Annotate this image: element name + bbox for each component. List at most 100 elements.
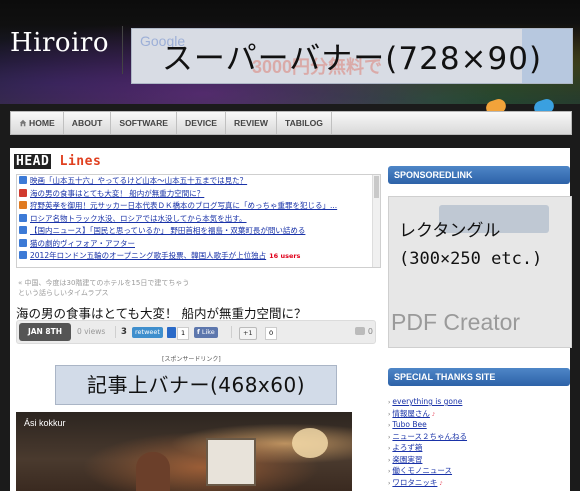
headline-item[interactable]: 映画「山本五十六」やってるけど山本〜山本五十五までは見た？ (17, 175, 380, 186)
site-favicon-icon (19, 251, 27, 259)
list-item[interactable]: › ワロタニッキ ♪ (388, 477, 570, 489)
article-top-banner-ad[interactable]: 記事上バナー(468x60) (55, 365, 337, 405)
headline-link[interactable]: 2012年ロンドン五輪のオープニング歌手投票、韓国人歌手が上位独占 (30, 251, 266, 260)
headline-link[interactable]: 【国内ニュース】「国民と思っているか」 野田首相を福島・双葉町長が問い詰める (30, 226, 305, 235)
list-item[interactable]: › everything is gone (388, 396, 570, 408)
headline-link[interactable]: 狩野英孝を御用！元サッカー日本代表ＤＫ橋本のブログ写真に「めっちゃ重罪を犯じる」… (30, 201, 337, 210)
thanks-link[interactable]: 情報屋さん (392, 409, 430, 418)
arrow-icon: › (388, 433, 391, 441)
facebook-like-button[interactable]: f Like (194, 327, 218, 338)
post-image[interactable]: Ási kokkur (16, 412, 352, 491)
rect-ad-label-line2: (300×250 etc.) (399, 249, 543, 269)
thanks-link[interactable]: 楽園実習 (392, 455, 422, 464)
nav-item-home[interactable]: HOME (11, 112, 64, 134)
arrow-icon: › (388, 468, 391, 475)
arrow-icon: › (388, 456, 391, 464)
thanks-link[interactable]: 働くモノニュース (392, 466, 452, 475)
nav-item-label: HOME (29, 118, 55, 128)
photo-window (206, 438, 256, 486)
site-logo[interactable]: Hiroiro (10, 28, 109, 58)
new-badge: ♪ (431, 411, 436, 418)
headline-item[interactable]: 狩野英孝を御用！元サッカー日本代表ＤＫ橋本のブログ写真に「めっちゃ重罪を犯じる」… (17, 200, 380, 211)
arrow-icon: › (388, 399, 391, 406)
site-favicon-icon (19, 201, 27, 209)
meta-divider (115, 326, 116, 338)
site-favicon-icon (19, 238, 27, 247)
nav-item-tabilog[interactable]: TABILOG (277, 112, 332, 134)
previous-post-link[interactable]: « 中国、今度は30階建てのホテルを15日で建てちゃう という話らしいタイムラプ… (18, 278, 189, 298)
headlines-title-lines: Lines (51, 154, 102, 169)
site-header: Hiroiro Google 3000円分無料で スーパーバナー(728×90) (0, 0, 580, 117)
headline-link[interactable]: 映画「山本五十六」やってるけど山本〜山本五十五までは見た？ (30, 176, 247, 185)
rect-ad-label: レクタングル (300×250 etc.) (399, 217, 569, 273)
headlines-scrollbar[interactable] (372, 175, 380, 267)
list-item[interactable]: › 楽園実習 (388, 454, 570, 466)
previous-post-line2: という話らしいタイムラプス (18, 289, 109, 297)
site-favicon-icon (19, 213, 27, 222)
post-date-badge: JAN 8TH (19, 323, 71, 341)
nav-item-about[interactable]: ABOUT (64, 112, 112, 134)
views-count: 0 views (77, 327, 106, 336)
post-meta-bar: JAN 8TH 0 views 3 retweet 1 f Like +1 0 0 (16, 320, 376, 344)
comment-count: 0 (367, 327, 373, 336)
headlines-title: HEAD Lines (14, 154, 101, 169)
thanks-link[interactable]: ニュース２ちゃんねる (392, 432, 467, 441)
users-count-badge: 16 users (269, 252, 301, 260)
site-favicon-icon (19, 188, 27, 197)
bookmark-count: 1 (177, 327, 190, 340)
retweet-count: 3 (121, 327, 127, 337)
meta-divider (231, 326, 232, 338)
plusone-count: 0 (265, 327, 278, 340)
hatena-bookmark-icon[interactable] (167, 327, 176, 338)
thanks-link[interactable]: everything is gone (392, 397, 462, 406)
new-badge: ♪ (439, 480, 443, 487)
rect-ad-label-line1: レクタングル (399, 221, 501, 241)
list-item[interactable]: › よろず箱 (388, 442, 570, 454)
list-item[interactable]: › 情報屋さん ♪ (388, 408, 570, 420)
main-content: HEAD Lines 映画「山本五十六」やってるけど山本〜山本五十五までは見た？… (10, 148, 572, 491)
arrow-icon: › (388, 410, 391, 418)
super-banner-ad[interactable]: Google 3000円分無料で スーパーバナー(728×90) (131, 28, 573, 84)
google-plusone-button[interactable]: +1 (239, 327, 257, 340)
photo-lamp (292, 428, 328, 458)
headlines-title-head: HEAD (14, 154, 52, 169)
nav-item-review[interactable]: REVIEW (226, 112, 277, 134)
headline-item[interactable]: 【国内ニュース】「国民と思っているか」 野田首相を福島・双葉町長が問い詰める (17, 225, 380, 236)
special-thanks-list: › everything is gone › 情報屋さん ♪ › Tubo Bee › ニ… (388, 396, 570, 488)
headline-item[interactable]: 猫の劇的ヴィフォア・アフター (17, 238, 380, 249)
special-thanks-heading: SPECIAL THANKS SITE (388, 368, 570, 386)
comment-icon[interactable] (355, 327, 365, 335)
thanks-link[interactable]: よろず箱 (392, 443, 422, 452)
headline-item[interactable]: 2012年ロンドン五輪のオープニング歌手投票、韓国人歌手が上位独占 16 user… (17, 250, 380, 261)
scrollbar-thumb[interactable] (374, 176, 379, 198)
arrow-icon: › (388, 445, 391, 452)
headline-link[interactable]: 猫の劇的ヴィフォア・アフター (30, 239, 135, 248)
headline-link[interactable]: 海の男の食事はとても大変！ 船内が無重力空間に？ (30, 189, 204, 198)
list-item[interactable]: › Tubo Bee (388, 419, 570, 431)
arrow-icon: › (388, 422, 391, 429)
nav-item-device[interactable]: DEVICE (177, 112, 227, 134)
retweet-button[interactable]: retweet (132, 327, 163, 338)
thanks-link[interactable]: Tubo Bee (392, 420, 426, 429)
nav-item-software[interactable]: SOFTWARE (111, 112, 178, 134)
headline-item[interactable]: 海の男の食事はとても大変！ 船内が無重力空間に？ (17, 188, 380, 199)
photo-person (136, 452, 170, 491)
rectangle-ad[interactable]: PDF Creator レクタングル (300×250 etc.) (388, 196, 572, 348)
site-favicon-icon (19, 176, 27, 184)
list-item[interactable]: › 働くモノニュース (388, 465, 570, 477)
thanks-link[interactable]: ワロタニッキ (392, 478, 437, 487)
like-label: Like (201, 328, 215, 336)
sponsored-link-heading: SPONSOREDLINK (388, 166, 570, 184)
list-item[interactable]: › ニュース２ちゃんねる (388, 431, 570, 443)
super-banner-label: スーパーバナー(728×90) (161, 41, 543, 77)
headline-link[interactable]: ロシア名物トラック水没、ロシアでは水没してから本気を出す。 (30, 214, 247, 223)
main-nav: HOME ABOUT SOFTWARE DEVICE REVIEW TABILO… (10, 111, 572, 135)
logo-divider (122, 26, 123, 74)
arrow-icon: › (388, 479, 391, 487)
headline-item[interactable]: ロシア名物トラック水没、ロシアでは水没してから本気を出す。 (17, 213, 380, 224)
home-icon (19, 119, 27, 127)
sponsored-label: [スポンサードリンク] (162, 356, 221, 363)
facebook-icon: f (197, 328, 200, 336)
previous-post-line1: « 中国、今度は30階建てのホテルを15日で建てちゃう (18, 279, 190, 287)
rect-ad-faint-brand: PDF Creator (391, 309, 521, 335)
